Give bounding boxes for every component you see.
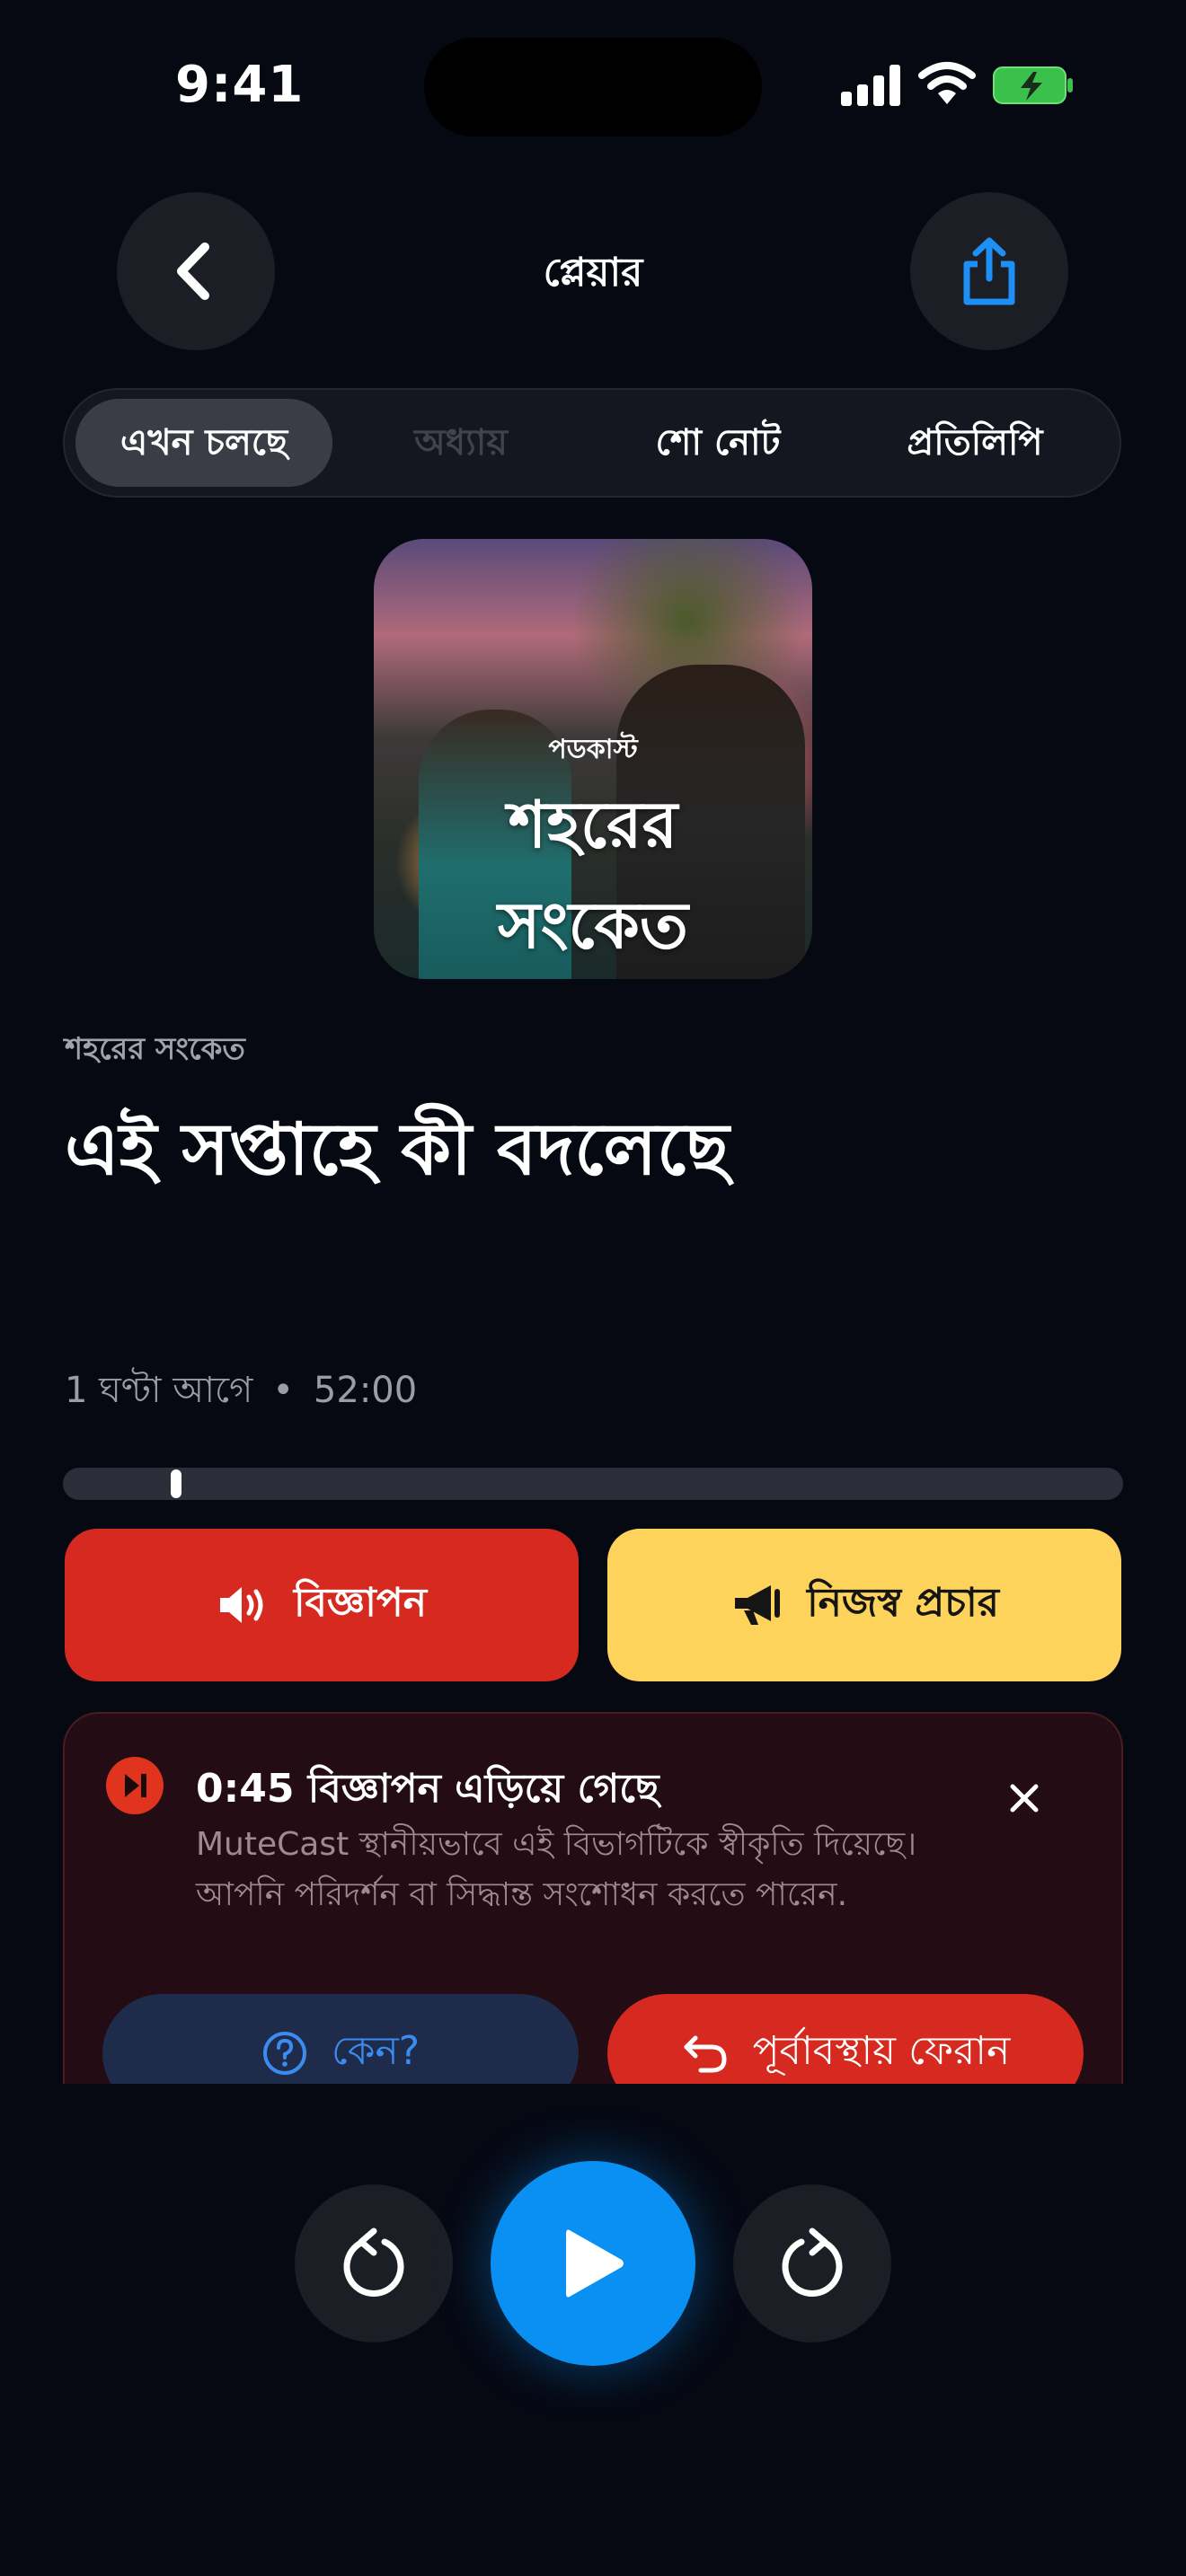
tab-show-notes[interactable]: শো নোট bbox=[589, 399, 846, 487]
forward-icon bbox=[782, 2228, 843, 2297]
skip-forward-icon bbox=[106, 1757, 164, 1814]
restore-button[interactable]: পূর্বাবস্থায় ফেরান bbox=[607, 1994, 1084, 2084]
promo-button[interactable]: নিজস্ব প্রচার bbox=[607, 1529, 1121, 1681]
restore-button-label: পূর্বাবস্থায় ফেরান bbox=[752, 2027, 1011, 2074]
megaphone-icon bbox=[735, 1585, 781, 1625]
play-icon bbox=[566, 2229, 624, 2298]
status-time: 9:41 bbox=[175, 56, 305, 114]
published-time: 1 ঘণ্টা আগে bbox=[65, 1370, 253, 1411]
episode-meta: 1 ঘণ্টা আগে • 52:00 bbox=[65, 1362, 417, 1422]
show-name: শহরের সংকেত bbox=[65, 1031, 245, 1067]
rewind-button[interactable] bbox=[295, 2184, 453, 2342]
share-icon bbox=[963, 237, 1015, 305]
cellular-signal-icon bbox=[841, 65, 900, 106]
ad-skipped-notice: 0:45 বিজ্ঞাপন এড়িয়ে গেছে MuteCast স্থা… bbox=[63, 1712, 1123, 2084]
episode-duration: 52:00 bbox=[313, 1370, 418, 1411]
ad-button[interactable]: বিজ্ঞাপন bbox=[65, 1529, 579, 1681]
chevron-left-icon bbox=[177, 243, 209, 300]
battery-charging-icon bbox=[993, 66, 1073, 104]
notice-title: 0:45 বিজ্ঞাপন এড়িয়ে গেছে bbox=[196, 1766, 659, 1812]
close-notice-button[interactable] bbox=[999, 1773, 1049, 1823]
close-icon bbox=[1010, 1784, 1039, 1813]
segmented-tabs: এখন চলছে অধ্যায় শো নোট প্রতিলিপি bbox=[63, 388, 1121, 498]
dynamic-island bbox=[424, 38, 762, 137]
cover-kicker: পডকাস্ট bbox=[548, 734, 638, 765]
meta-separator: • bbox=[272, 1370, 294, 1411]
play-button[interactable] bbox=[491, 2161, 695, 2366]
ad-button-label: বিজ্ঞাপন bbox=[293, 1579, 428, 1626]
episode-title: এই সপ্তাহে কী বদলেছে bbox=[65, 1107, 730, 1191]
tab-now-playing[interactable]: এখন চলছে bbox=[75, 399, 332, 487]
share-button[interactable] bbox=[910, 192, 1068, 350]
notice-body: MuteCast স্থানীয়ভাবে এই বিভাগটিকে স্বীক… bbox=[196, 1826, 917, 1913]
back-button[interactable] bbox=[117, 192, 275, 350]
promo-button-label: নিজস্ব প্রচার bbox=[807, 1579, 999, 1626]
help-circle-icon bbox=[262, 2032, 306, 2075]
speaker-icon bbox=[219, 1587, 263, 1623]
page-title: প্লেয়ার bbox=[543, 250, 643, 296]
forward-button[interactable] bbox=[733, 2184, 891, 2342]
tab-chapters[interactable]: অধ্যায় bbox=[332, 399, 589, 487]
rewind-icon bbox=[343, 2228, 404, 2297]
cover-title: শহরের সংকেত bbox=[498, 787, 688, 963]
why-button-label: কেন? bbox=[331, 2027, 420, 2074]
playback-progress-track[interactable] bbox=[63, 1468, 1123, 1500]
podcast-cover-art: পডকাস্ট শহরের সংকেত bbox=[374, 539, 812, 979]
playback-progress-knob[interactable] bbox=[171, 1469, 181, 1498]
tab-transcript[interactable]: প্রতিলিপি bbox=[846, 399, 1103, 487]
why-button[interactable]: কেন? bbox=[102, 1994, 579, 2084]
wifi-icon bbox=[918, 62, 976, 104]
undo-icon bbox=[684, 2035, 727, 2073]
